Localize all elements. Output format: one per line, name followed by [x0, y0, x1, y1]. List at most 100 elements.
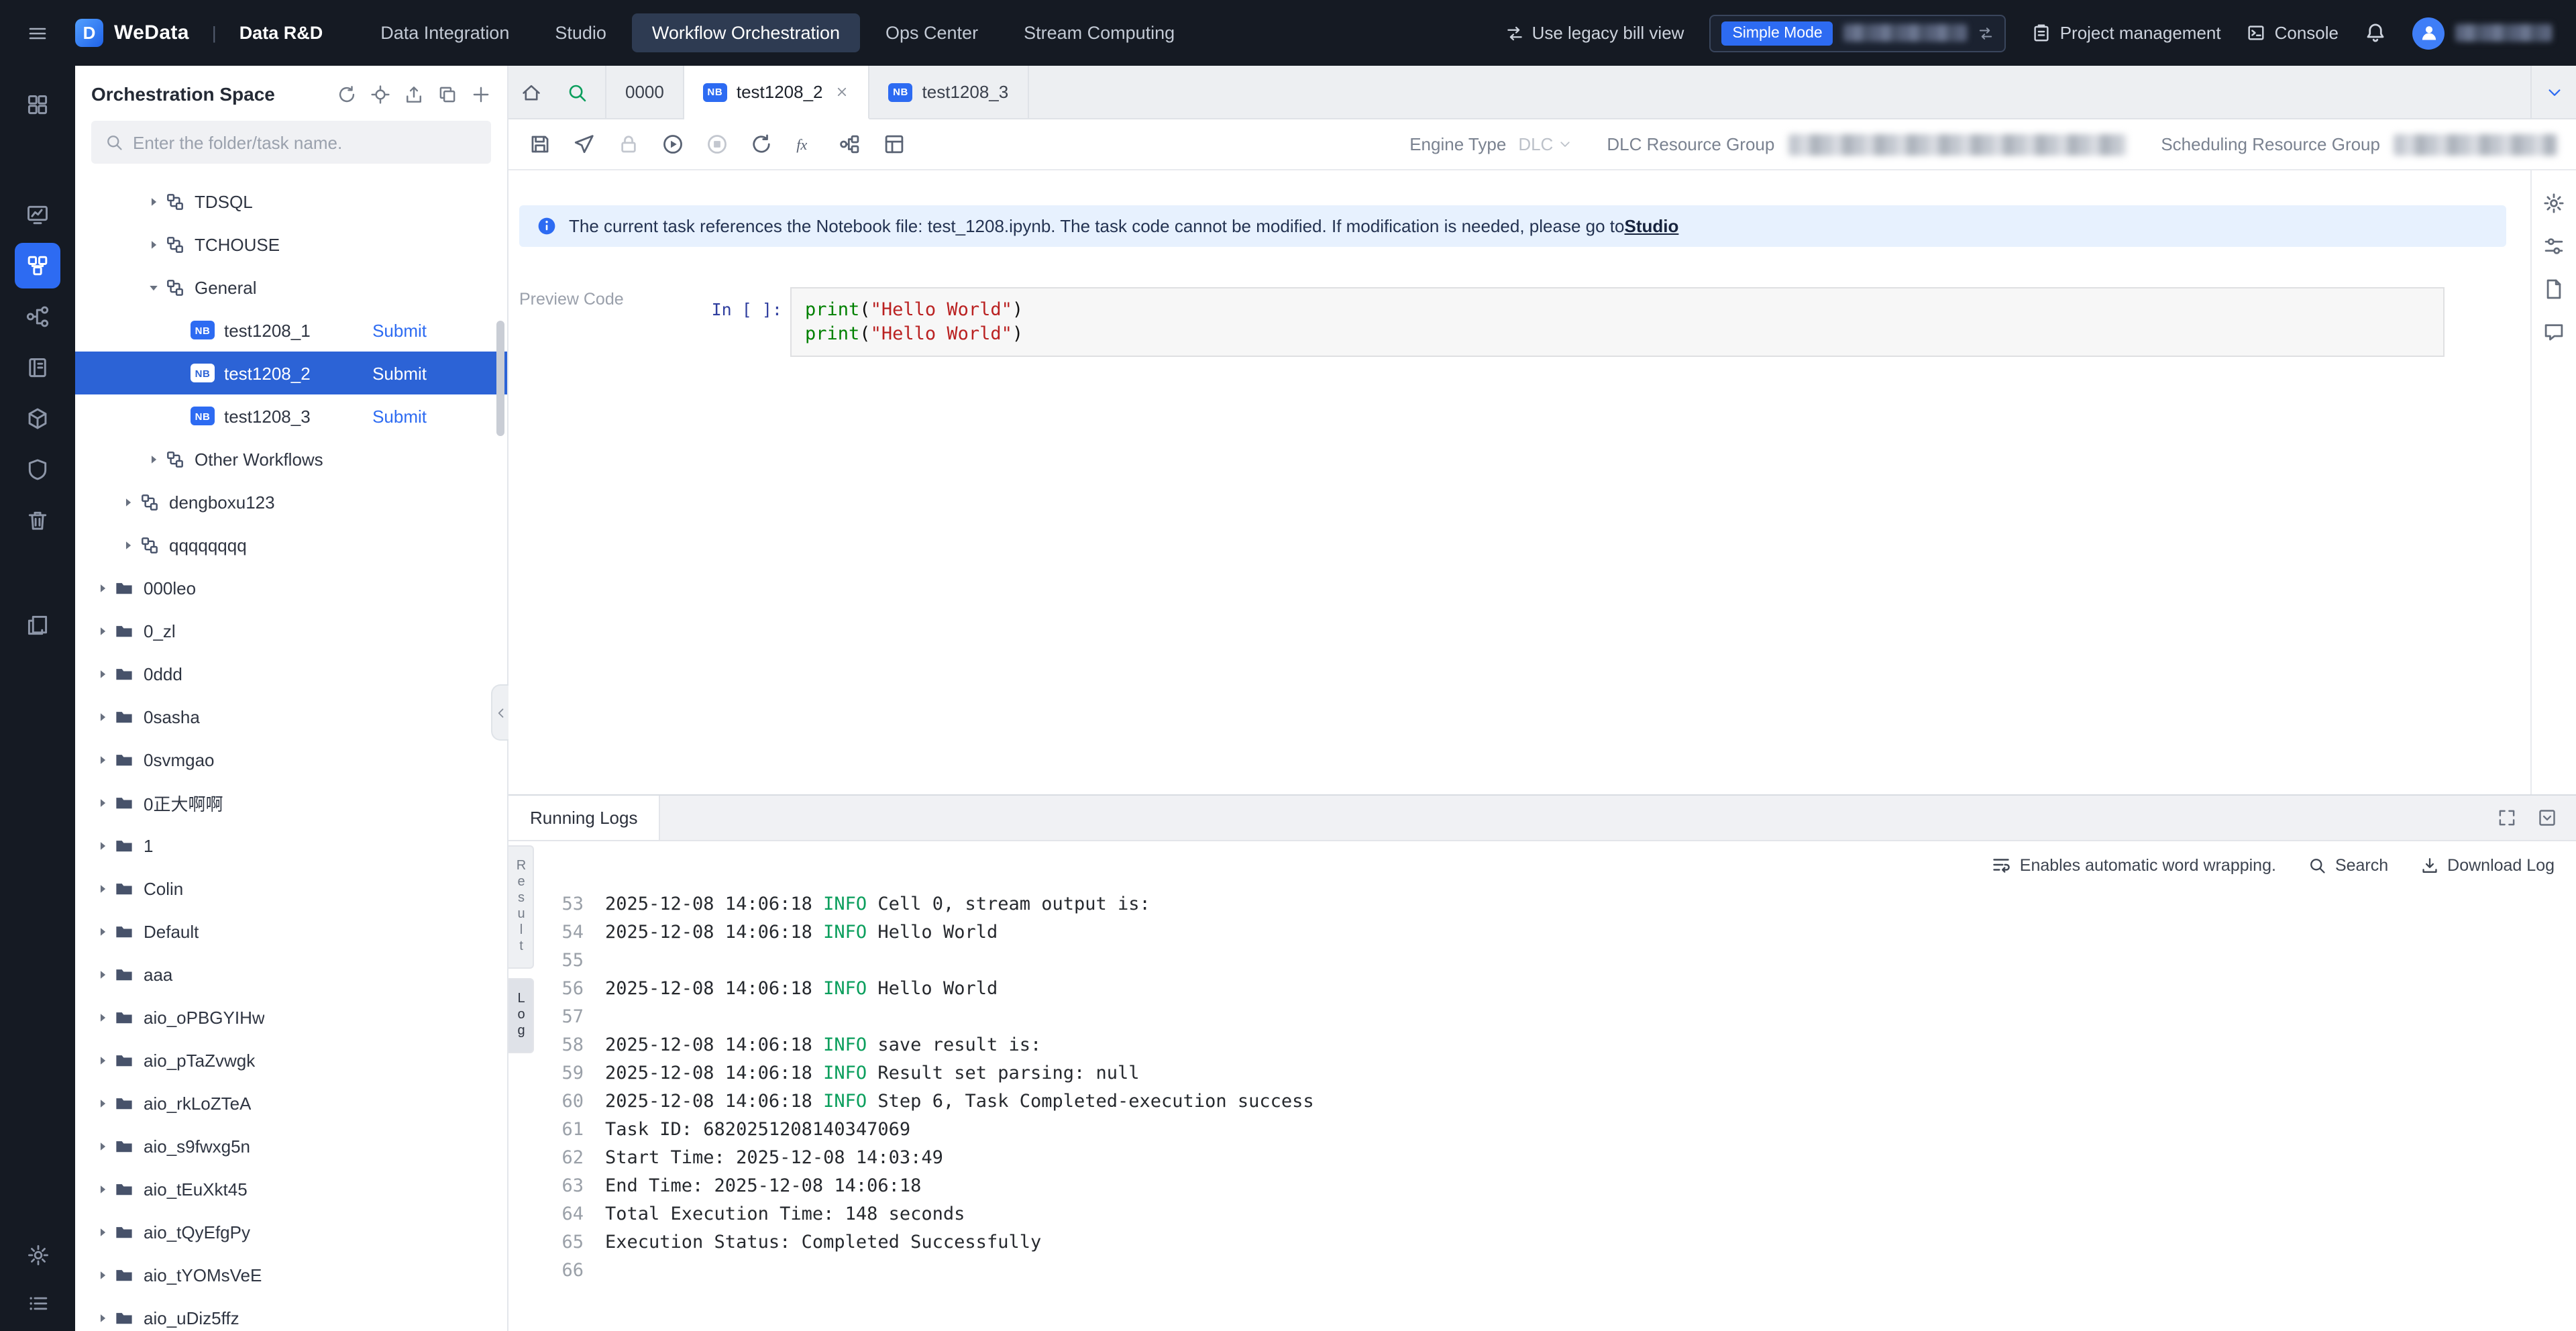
copy-icon[interactable]: [437, 84, 458, 104]
editor-tab-test1208-2[interactable]: NB test1208_2: [684, 66, 870, 119]
tree-item-aio-teuxkt45[interactable]: aio_tEuXkt45: [75, 1167, 507, 1210]
editor-tab-test1208-3[interactable]: NB test1208_3: [870, 66, 1029, 118]
monitor-icon[interactable]: [15, 192, 60, 237]
tree-item-general[interactable]: General: [75, 266, 507, 309]
sidebar-collapse-handle[interactable]: [491, 684, 508, 741]
tab-search-button[interactable]: [554, 66, 600, 118]
project-management-link[interactable]: Project management: [2032, 23, 2221, 43]
project-mode-switcher[interactable]: Simple Mode: [1709, 14, 2006, 52]
caret-right-icon[interactable]: [91, 1224, 113, 1239]
tree-item-tchouse[interactable]: TCHOUSE: [75, 223, 507, 266]
tree-item-test1208-3[interactable]: NB test1208_3 Submit: [75, 394, 507, 437]
tree-item-aio-udiz5ffz[interactable]: aio_uDiz5ffz: [75, 1296, 507, 1331]
legacy-bill-link[interactable]: Use legacy bill view: [1505, 23, 1684, 43]
shield-icon[interactable]: [15, 447, 60, 492]
dashboard-icon[interactable]: [15, 82, 60, 127]
caret-right-icon[interactable]: [91, 1010, 113, 1024]
tree-item-aaa[interactable]: aaa: [75, 953, 507, 996]
tree-item-aio-rkloztea[interactable]: aio_rkLoZTeA: [75, 1081, 507, 1124]
plus-icon[interactable]: [471, 84, 491, 104]
caret-down-icon[interactable]: [142, 280, 164, 295]
tree-item-000leo[interactable]: 000leo: [75, 566, 507, 609]
log-output[interactable]: 53 2025-12-08 14:06:18 INFO Cell 0, strea…: [508, 877, 2576, 1285]
tree-item-test1208-1[interactable]: NB test1208_1 Submit: [75, 309, 507, 352]
lineage-icon[interactable]: [15, 294, 60, 339]
word-wrap-toggle[interactable]: Enables automatic word wrapping.: [1992, 855, 2276, 875]
workflow-icon[interactable]: [15, 243, 60, 288]
tree-item-test1208-2[interactable]: NB test1208_2 Submit: [75, 352, 507, 394]
caret-right-icon[interactable]: [91, 666, 113, 681]
folder-search[interactable]: [91, 121, 491, 164]
nav-item-workflow-orchestration[interactable]: Workflow Orchestration: [631, 13, 860, 52]
send-icon[interactable]: [566, 127, 601, 162]
nav-item-stream-computing[interactable]: Stream Computing: [1004, 13, 1195, 52]
caret-right-icon[interactable]: [91, 838, 113, 853]
submit-link[interactable]: Submit: [372, 320, 427, 340]
caret-right-icon[interactable]: [117, 537, 138, 552]
tree-item-colin[interactable]: Colin: [75, 867, 507, 910]
nav-item-ops-center[interactable]: Ops Center: [865, 13, 998, 52]
sliders-icon[interactable]: [2542, 235, 2565, 258]
settings-icon[interactable]: [2542, 192, 2565, 215]
submit-link[interactable]: Submit: [372, 406, 427, 426]
caret-right-icon[interactable]: [142, 194, 164, 209]
tree-item-0[interactable]: 0正大啊啊: [75, 781, 507, 824]
tree-item-dengboxu123[interactable]: dengboxu123: [75, 480, 507, 523]
trash-icon[interactable]: [15, 498, 60, 543]
tree-item-aio-tyomsvee[interactable]: aio_tYOMsVeE: [75, 1253, 507, 1296]
caret-right-icon[interactable]: [91, 795, 113, 810]
search-input[interactable]: [133, 132, 478, 152]
user-menu[interactable]: [2412, 17, 2552, 49]
download-log-button[interactable]: Download Log: [2420, 855, 2555, 874]
caret-right-icon[interactable]: [91, 1310, 113, 1325]
lock-icon[interactable]: [610, 127, 645, 162]
caret-right-icon[interactable]: [142, 237, 164, 252]
home-tab-button[interactable]: [508, 66, 554, 118]
nav-item-data-integration[interactable]: Data Integration: [360, 13, 529, 52]
flow-icon[interactable]: [832, 127, 867, 162]
export-icon[interactable]: [404, 84, 424, 104]
caret-right-icon[interactable]: [91, 1096, 113, 1110]
console-link[interactable]: Console: [2247, 23, 2339, 43]
redacted-scheduling-resource-group[interactable]: [2394, 134, 2557, 155]
cube-icon[interactable]: [15, 396, 60, 441]
tree-item-aio-ptazvwgk[interactable]: aio_pTaZvwgk: [75, 1039, 507, 1081]
caret-right-icon[interactable]: [91, 967, 113, 981]
caret-right-icon[interactable]: [91, 1181, 113, 1196]
hamburger-menu-icon[interactable]: [0, 0, 75, 66]
message-icon[interactable]: [2542, 321, 2565, 343]
tree-item-1[interactable]: 1: [75, 824, 507, 867]
collapse-panel-icon[interactable]: [2537, 808, 2557, 828]
caret-right-icon[interactable]: [91, 709, 113, 724]
tree-item-0ddd[interactable]: 0ddd: [75, 652, 507, 695]
caret-right-icon[interactable]: [91, 1138, 113, 1153]
run-icon[interactable]: [655, 127, 690, 162]
caret-right-icon[interactable]: [91, 752, 113, 767]
caret-right-icon[interactable]: [91, 1053, 113, 1067]
refresh-icon[interactable]: [743, 127, 778, 162]
close-tab-icon[interactable]: [835, 85, 850, 99]
tree-item-qqqqqqqq[interactable]: qqqqqqqq: [75, 523, 507, 566]
code-box[interactable]: print("Hello World") print("Hello World"): [790, 287, 2445, 357]
tree-item-tdsql[interactable]: TDSQL: [75, 180, 507, 223]
running-logs-tab[interactable]: Running Logs: [508, 796, 661, 840]
caret-right-icon[interactable]: [91, 623, 113, 638]
doc-icon[interactable]: [2542, 278, 2565, 301]
nav-item-studio[interactable]: Studio: [535, 13, 627, 52]
switch-project-icon[interactable]: [1978, 25, 1994, 41]
sidebar-scrollbar[interactable]: [496, 321, 504, 436]
gear-icon[interactable]: [17, 1237, 58, 1272]
notebook-icon[interactable]: [15, 345, 60, 390]
list-icon[interactable]: [17, 1285, 58, 1320]
target-icon[interactable]: [370, 84, 390, 104]
layout-icon[interactable]: [876, 127, 911, 162]
tree-item-default[interactable]: Default: [75, 910, 507, 953]
engine-type-select[interactable]: DLC: [1518, 134, 1572, 154]
fx-icon[interactable]: fx: [788, 127, 822, 162]
tree-item-aio-tqyefgpy[interactable]: aio_tQyEfgPy: [75, 1210, 507, 1253]
refresh-icon[interactable]: [337, 84, 357, 104]
tree-item-aio-s9fwxg5n[interactable]: aio_s9fwxg5n: [75, 1124, 507, 1167]
maximize-panel-icon[interactable]: [2497, 808, 2517, 828]
save-icon[interactable]: [522, 127, 557, 162]
log-vtab-log[interactable]: Log: [508, 978, 534, 1053]
